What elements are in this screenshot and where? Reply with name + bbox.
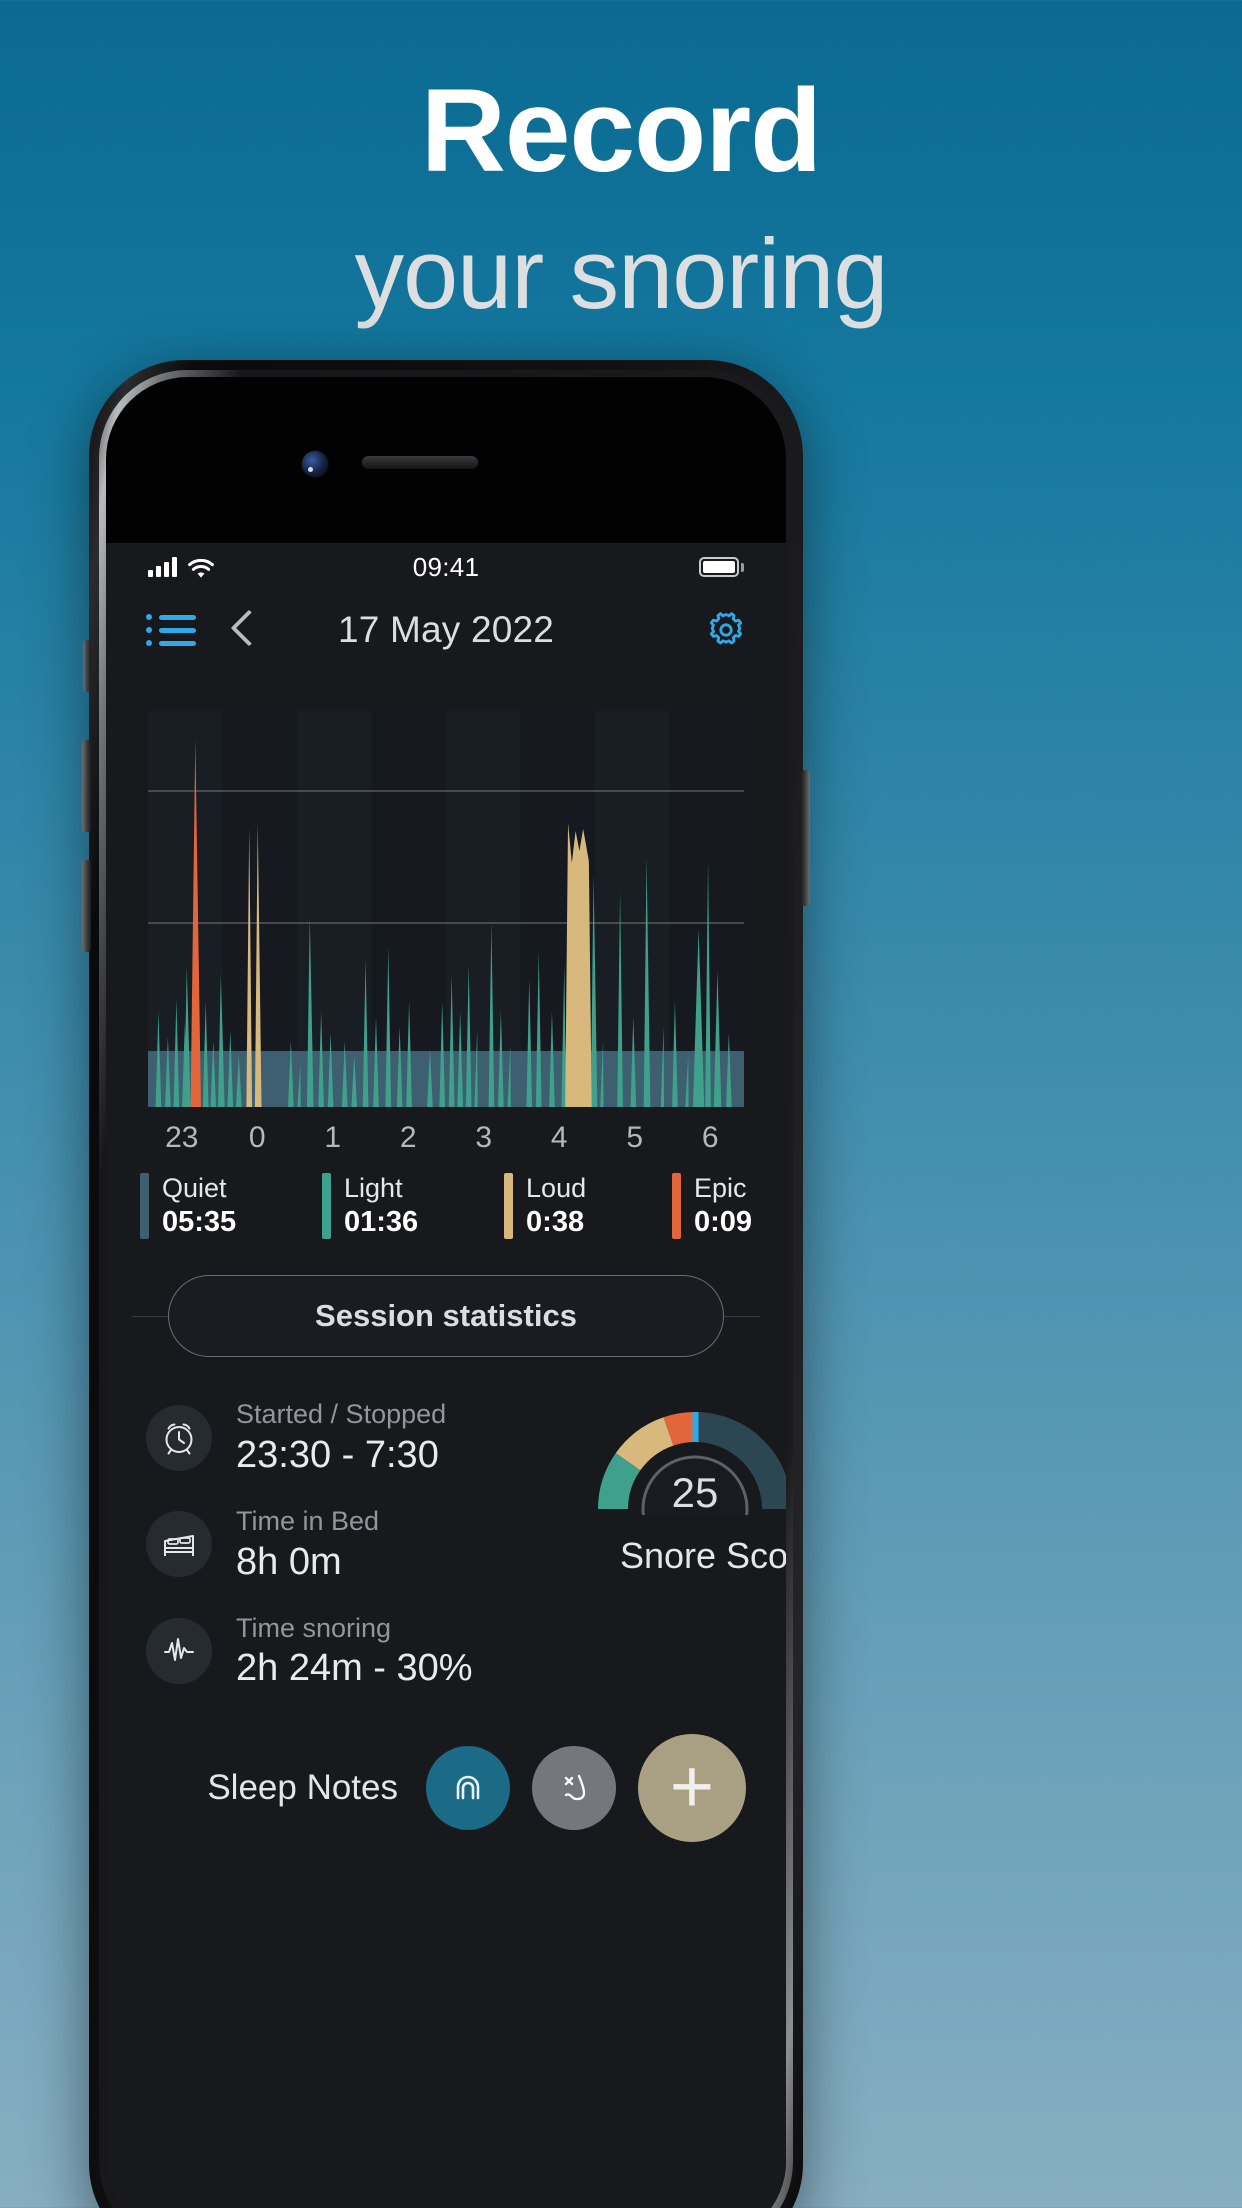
x-tick: 1: [324, 1121, 342, 1154]
app-screen: 09:41 17 May 2022 23 0 1 2 3 4 5 6 Quiet…: [106, 543, 786, 2208]
legend-item-loud: Loud 0:38: [504, 1173, 587, 1240]
front-camera-icon: [302, 451, 328, 477]
session-statistics-button[interactable]: Session statistics: [168, 1275, 724, 1358]
divider-right: [724, 1315, 760, 1317]
phone-power-button: [801, 770, 810, 906]
promo-headline-block: Record your snoring: [0, 0, 1242, 323]
status-bar: 09:41: [106, 543, 786, 591]
divider-left: [132, 1315, 168, 1317]
stat-value: 23:30 - 7:30: [236, 1433, 439, 1476]
gauge-seg-loud: [615, 1417, 674, 1472]
legend-label: Epic: [693, 1173, 747, 1203]
mouthguard-icon[interactable]: [426, 1745, 510, 1830]
earpiece-speaker: [362, 456, 478, 469]
snore-score-section[interactable]: 25 Snore Score: [598, 1397, 786, 1718]
x-tick: 5: [626, 1121, 644, 1154]
legend-label: Quiet: [162, 1173, 227, 1203]
gauge-seg-epic: [663, 1412, 695, 1446]
stat-label: Time in Bed: [236, 1505, 380, 1536]
plus-icon[interactable]: +: [638, 1733, 746, 1842]
phone-mute-switch: [83, 640, 91, 692]
sleep-notes-button[interactable]: Sleep Notes: [207, 1768, 398, 1808]
bed-icon: [146, 1511, 212, 1578]
promo-headline: Record: [420, 65, 823, 197]
stat-row-time-snoring: Time snoring 2h 24m - 30%: [146, 1611, 598, 1692]
legend-label: Light: [344, 1173, 403, 1203]
legend-item-light: Light 01:36: [322, 1173, 419, 1240]
legend-swatch-light: [322, 1173, 332, 1240]
phone-mockup: 09:41 17 May 2022 23 0 1 2 3 4 5 6 Quiet…: [82, 360, 810, 2208]
legend-label: Loud: [526, 1173, 587, 1203]
alarm-clock-icon: [146, 1404, 212, 1471]
legend-value: 01:36: [344, 1205, 419, 1238]
legend-swatch-quiet: [140, 1173, 149, 1240]
snoring-chart-svg: [148, 711, 744, 1107]
x-tick: 3: [475, 1121, 493, 1154]
x-tick: 4: [550, 1121, 568, 1154]
legend-value: 0:09: [693, 1205, 752, 1238]
snore-score-gauge: 25: [598, 1403, 786, 1563]
stat-value: 8h 0m: [236, 1540, 342, 1583]
stat-label: Time snoring: [236, 1612, 392, 1643]
legend-item-epic: Epic 0:09: [671, 1173, 752, 1240]
stat-value: 2h 24m - 30%: [236, 1647, 473, 1690]
snoring-chart[interactable]: [148, 711, 744, 1107]
stats-section: Started / Stopped 23:30 - 7:30 Time in B…: [146, 1397, 786, 1718]
gauge-marker: [692, 1412, 699, 1443]
legend-value: 0:38: [526, 1205, 585, 1238]
waveform-icon: [146, 1618, 212, 1685]
snore-score-value: 25: [671, 1469, 719, 1517]
session-statistics-row: Session statistics: [106, 1275, 786, 1358]
x-tick: 6: [701, 1121, 719, 1154]
phone-volume-up-button: [82, 740, 91, 832]
stat-row-time-in-bed: Time in Bed 8h 0m: [146, 1504, 598, 1585]
chart-x-axis: 23 0 1 2 3 4 5 6: [144, 1121, 748, 1155]
snore-score-label: Snore Score: [619, 1535, 786, 1577]
status-time: 09:41: [412, 551, 480, 582]
phone-screen-bezel: 09:41 17 May 2022 23 0 1 2 3 4 5 6 Quiet…: [106, 377, 786, 2208]
app-navbar: 17 May 2022: [106, 591, 786, 669]
promo-subheadline: your snoring: [354, 218, 889, 329]
stat-label: Started / Stopped: [236, 1399, 447, 1430]
bottom-action-row: Sleep Notes +: [146, 1733, 746, 1842]
legend-item-quiet: Quiet 05:35: [140, 1173, 237, 1240]
x-tick: 0: [248, 1121, 266, 1154]
x-tick: 2: [399, 1121, 417, 1154]
legend-value: 05:35: [162, 1205, 237, 1238]
stats-list: Started / Stopped 23:30 - 7:30 Time in B…: [146, 1397, 598, 1718]
nose-strip-icon[interactable]: [532, 1745, 616, 1830]
chart-legend: Quiet 05:35 Light 01:36 Loud 0:38 Epic 0…: [140, 1173, 752, 1240]
page-title: 17 May 2022: [337, 609, 555, 650]
x-tick: 23: [165, 1121, 199, 1154]
phone-volume-down-button: [82, 860, 91, 952]
legend-swatch-epic: [671, 1173, 681, 1240]
stat-row-started-stopped: Started / Stopped 23:30 - 7:30: [146, 1397, 598, 1478]
plus-glyph: +: [669, 1744, 715, 1830]
legend-swatch-loud: [504, 1173, 514, 1240]
